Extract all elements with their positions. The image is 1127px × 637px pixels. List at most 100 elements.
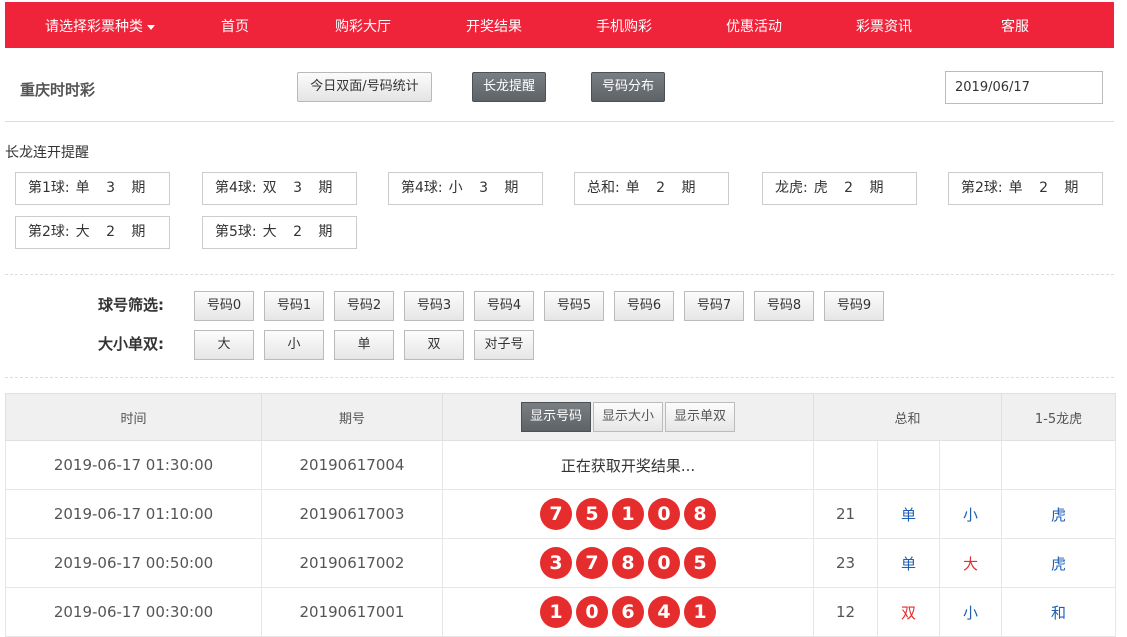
filter-number-7[interactable]: 号码7	[684, 291, 744, 321]
size-value: 大	[938, 538, 1003, 588]
number-ball: 7	[540, 498, 572, 530]
nav-item-results[interactable]: 开奖结果	[466, 16, 522, 36]
divider	[5, 274, 1114, 275]
draw-period: 20190617001	[261, 587, 443, 637]
results-table: 时间 期号 显示号码 显示大小 显示单双 总和 1-5龙虎 2019-06-17 0…	[5, 393, 1117, 637]
filter-odd[interactable]: 单	[334, 330, 394, 360]
reminder-item: 第1球: 单 3 期	[15, 172, 170, 205]
filter-number-8[interactable]: 号码8	[754, 291, 814, 321]
number-ball: 4	[648, 596, 680, 628]
show-size-button[interactable]: 显示大小	[592, 402, 663, 432]
pending-status: 正在获取开奖结果...	[442, 440, 814, 490]
lottery-type-dropdown[interactable]: 请选择彩票种类	[45, 16, 155, 36]
filter-number-6[interactable]: 号码6	[614, 291, 674, 321]
chevron-down-icon	[147, 24, 155, 30]
dragon-tiger-value: 虎	[1001, 538, 1117, 588]
reminder-item: 第5球: 大 2 期	[202, 216, 357, 249]
odd-even-value: 单	[877, 538, 940, 588]
number-ball: 1	[684, 596, 716, 628]
filter-small[interactable]: 小	[264, 330, 324, 360]
number-ball: 1	[540, 596, 572, 628]
nav-item-service[interactable]: 客服	[1001, 16, 1029, 36]
draw-balls: 10641	[442, 587, 814, 637]
filter-number-2[interactable]: 号码2	[334, 291, 394, 321]
number-ball: 0	[648, 498, 680, 530]
reminder-title: 长龙连开提醒	[5, 145, 89, 161]
show-numbers-button[interactable]: 显示号码	[520, 402, 591, 432]
draw-period: 20190617002	[261, 538, 443, 588]
dragon-tiger-value: 和	[1001, 587, 1117, 637]
show-odd-even-button[interactable]: 显示单双	[665, 402, 736, 432]
date-input[interactable]: 2019/06/17	[945, 71, 1103, 104]
nav-item-home[interactable]: 首页	[221, 16, 249, 36]
size-value: 小	[938, 489, 1003, 539]
table-row: 2019-06-17 00:50:00 20190617002 37805 23…	[5, 538, 1117, 588]
reminder-item: 第4球: 双 3 期	[202, 172, 357, 205]
table-row: 2019-06-17 00:30:00 20190617001 10641 12…	[5, 587, 1117, 637]
top-nav: 请选择彩票种类 首页 购彩大厅 开奖结果 手机购彩 优惠活动 彩票资讯 客服	[5, 2, 1114, 48]
sum-value: 12	[813, 587, 878, 637]
long-dragon-button[interactable]: 长龙提醒	[472, 72, 546, 102]
nav-item-promotions[interactable]: 优惠活动	[726, 16, 782, 36]
number-ball: 5	[576, 498, 608, 530]
filter-number-0[interactable]: 号码0	[194, 291, 254, 321]
number-ball: 5	[684, 547, 716, 579]
today-stats-button[interactable]: 今日双面/号码统计	[297, 72, 432, 102]
number-ball: 6	[612, 596, 644, 628]
size-filter-label: 大小单双:	[98, 335, 164, 353]
filter-number-3[interactable]: 号码3	[404, 291, 464, 321]
nav-item-news[interactable]: 彩票资讯	[856, 16, 912, 36]
display-toggle-group: 显示号码 显示大小 显示单双	[442, 393, 814, 441]
nav-item-lobby[interactable]: 购彩大厅	[335, 16, 391, 36]
sum-value: 23	[813, 538, 878, 588]
draw-balls: 37805	[442, 538, 814, 588]
size-value	[938, 440, 1003, 490]
reminder-item: 总和: 单 2 期	[574, 172, 729, 205]
divider	[5, 377, 1114, 378]
reminder-item: 第2球: 单 2 期	[948, 172, 1103, 205]
col-header-dragon-tiger: 1-5龙虎	[1001, 393, 1117, 441]
number-ball: 8	[612, 547, 644, 579]
number-ball: 0	[648, 547, 680, 579]
filter-number-1[interactable]: 号码1	[264, 291, 324, 321]
size-value: 小	[938, 587, 1003, 637]
filter-number-4[interactable]: 号码4	[474, 291, 534, 321]
odd-even-value: 双	[877, 587, 940, 637]
sum-value	[813, 440, 878, 490]
table-row: 2019-06-17 01:10:00 20190617003 75108 21…	[5, 489, 1117, 539]
number-distribution-button[interactable]: 号码分布	[591, 72, 665, 102]
table-row: 2019-06-17 01:30:00 20190617004 正在获取开奖结果…	[5, 440, 1117, 490]
table-header-row: 时间 期号 显示号码 显示大小 显示单双 总和 1-5龙虎	[5, 393, 1117, 441]
col-header-sum: 总和	[812, 393, 1003, 441]
ball-filter-label: 球号筛选:	[98, 296, 164, 314]
filter-even[interactable]: 双	[404, 330, 464, 360]
number-ball: 0	[576, 596, 608, 628]
reminder-item: 第4球: 小 3 期	[388, 172, 543, 205]
reminder-item: 龙虎: 虎 2 期	[762, 172, 917, 205]
number-ball: 8	[684, 498, 716, 530]
filter-big[interactable]: 大	[194, 330, 254, 360]
reminder-item: 第2球: 大 2 期	[15, 216, 170, 249]
number-ball: 1	[612, 498, 644, 530]
draw-time: 2019-06-17 00:50:00	[5, 538, 262, 588]
filter-number-9[interactable]: 号码9	[824, 291, 884, 321]
lottery-type-label: 请选择彩票种类	[45, 19, 143, 35]
number-ball: 7	[576, 547, 608, 579]
dragon-tiger-value	[1001, 440, 1117, 490]
sum-value: 21	[813, 489, 878, 539]
page-title: 重庆时时彩	[20, 81, 96, 99]
filter-pair[interactable]: 对子号	[474, 330, 534, 360]
dragon-tiger-value: 虎	[1001, 489, 1117, 539]
number-ball: 3	[540, 547, 572, 579]
col-header-time: 时间	[5, 393, 262, 441]
col-header-period: 期号	[261, 393, 443, 441]
odd-even-value: 单	[877, 489, 940, 539]
filter-number-5[interactable]: 号码5	[544, 291, 604, 321]
odd-even-value	[877, 440, 940, 490]
nav-item-mobile[interactable]: 手机购彩	[596, 16, 652, 36]
divider	[5, 121, 1114, 122]
draw-period: 20190617004	[261, 440, 443, 490]
draw-balls: 75108	[442, 489, 814, 539]
draw-time: 2019-06-17 01:10:00	[5, 489, 262, 539]
draw-period: 20190617003	[261, 489, 443, 539]
